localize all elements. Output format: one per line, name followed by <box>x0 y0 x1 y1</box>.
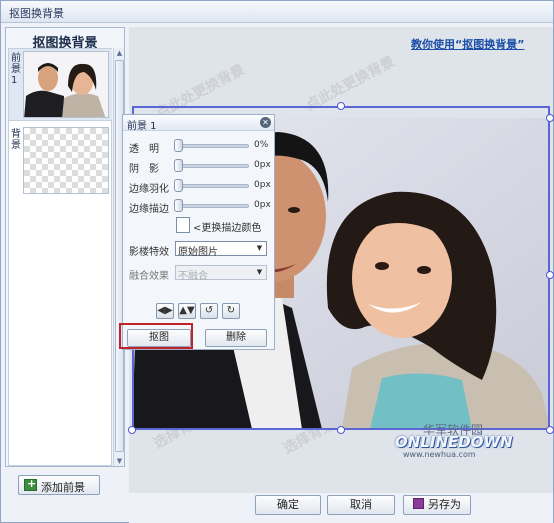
blend-label: 融合效果 <box>129 271 169 282</box>
flip-vertical-icon[interactable]: ▲▼ <box>178 303 196 319</box>
resize-handle[interactable] <box>337 426 345 434</box>
layer-item-foreground[interactable]: 前景 1 <box>9 49 112 121</box>
foreground-thumbnail <box>23 51 109 118</box>
feather-label: 边缘羽化 <box>129 184 169 195</box>
rotate-handle[interactable] <box>337 102 345 110</box>
save-as-button[interactable]: 另存为 <box>403 495 471 515</box>
app-window: 抠图换背景 抠图换背景 前景 1 背景 ▲ ▼ + 添加前景 教你使用“抠图换背… <box>0 0 554 523</box>
resize-handle[interactable] <box>546 426 554 434</box>
properties-panel: 前景 1 ✕ 透 明 0% 阴 影 0px 边缘羽化 0px 边缘描边 0px <box>122 114 275 350</box>
layer-label: 前景 1 <box>11 53 21 86</box>
rotate-right-icon[interactable]: ↻ <box>222 303 240 319</box>
resize-handle[interactable] <box>546 271 554 279</box>
close-icon[interactable]: ✕ <box>260 117 271 128</box>
shadow-slider-knob[interactable] <box>174 159 183 172</box>
opacity-row: 透 明 0% <box>123 139 274 155</box>
chevron-down-icon: ▼ <box>256 244 263 252</box>
stroke-color-swatch[interactable] <box>176 217 190 233</box>
help-link[interactable]: 教你使用“抠图换背景” <box>411 36 524 52</box>
delete-button[interactable]: 删除 <box>205 329 267 347</box>
logo-en: ONLINEDOWN <box>395 433 513 451</box>
effect-select[interactable]: 原始图片 ▼ <box>175 241 267 258</box>
properties-title: 前景 1 <box>127 121 157 132</box>
background-thumbnail <box>23 127 109 194</box>
feather-slider-knob[interactable] <box>174 179 183 192</box>
ok-button[interactable]: 确定 <box>255 495 321 515</box>
blend-value: 不融合 <box>178 271 208 282</box>
save-disk-icon <box>413 498 424 509</box>
effect-value: 原始图片 <box>178 247 218 258</box>
layers-panel: 抠图换背景 前景 1 背景 ▲ ▼ <box>5 27 125 467</box>
add-image-icon <box>24 477 37 491</box>
site-logo: 华军软件园 ONLINEDOWN www.newhua.com <box>395 421 513 461</box>
title-bar: 抠图换背景 <box>1 1 553 23</box>
opacity-label: 透 明 <box>129 144 159 155</box>
scroll-up-icon[interactable]: ▲ <box>114 48 125 58</box>
save-as-label: 另存为 <box>428 498 461 511</box>
resize-handle[interactable] <box>128 426 136 434</box>
stroke-label: 边缘描边 <box>129 204 169 215</box>
blend-select: 不融合 ▼ <box>175 265 267 282</box>
opacity-value: 0% <box>254 140 269 150</box>
layer-item-background[interactable]: 背景 <box>9 125 112 197</box>
cutout-highlight <box>119 323 193 349</box>
change-stroke-color-button[interactable]: <更换描边颜色 <box>193 219 261 234</box>
shadow-value: 0px <box>254 160 271 170</box>
scroll-down-icon[interactable]: ▼ <box>114 456 125 466</box>
resize-handle[interactable] <box>546 114 554 122</box>
flip-horizontal-icon[interactable]: ◀▶ <box>156 303 174 319</box>
stroke-slider[interactable] <box>177 204 249 208</box>
opacity-slider-knob[interactable] <box>174 139 183 152</box>
stroke-value: 0px <box>254 200 271 210</box>
shadow-row: 阴 影 0px <box>123 159 274 175</box>
feather-slider[interactable] <box>177 184 249 188</box>
layer-label: 背景 <box>11 129 21 151</box>
effect-label: 影楼特效 <box>129 247 169 258</box>
logo-url: www.newhua.com <box>403 450 476 459</box>
window-title: 抠图换背景 <box>9 7 64 20</box>
shadow-label: 阴 影 <box>129 164 159 175</box>
layer-list: 前景 1 背景 <box>8 48 112 466</box>
shadow-slider[interactable] <box>177 164 249 168</box>
chevron-down-icon: ▼ <box>256 268 263 276</box>
cancel-button[interactable]: 取消 <box>327 495 395 515</box>
add-foreground-label: 添加前景 <box>41 481 85 494</box>
feather-value: 0px <box>254 180 271 190</box>
add-foreground-button[interactable]: 添加前景 <box>18 475 100 495</box>
opacity-slider[interactable] <box>177 144 249 148</box>
feather-row: 边缘羽化 0px <box>123 179 274 195</box>
properties-header: 前景 1 ✕ <box>123 115 274 132</box>
stroke-slider-knob[interactable] <box>174 199 183 212</box>
stroke-row: 边缘描边 0px <box>123 199 274 215</box>
rotate-left-icon[interactable]: ↺ <box>200 303 218 319</box>
